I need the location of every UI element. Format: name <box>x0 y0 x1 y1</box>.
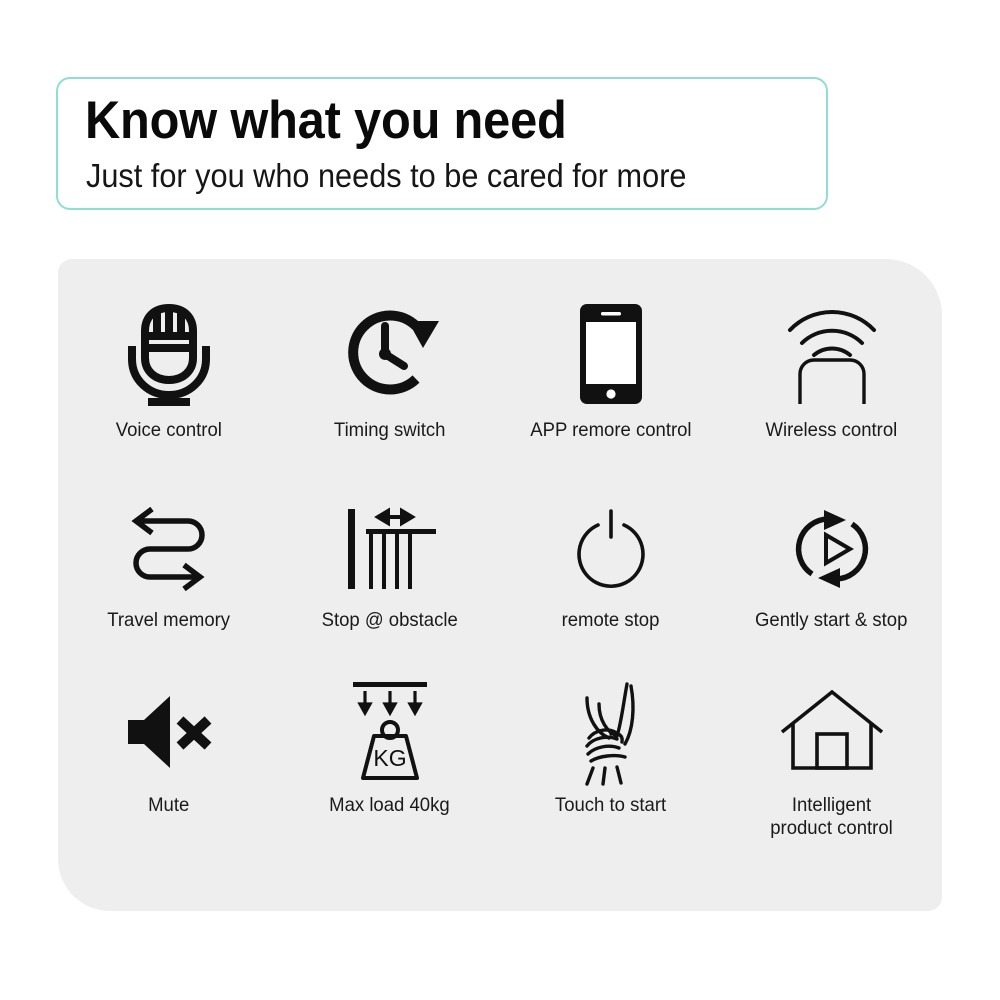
power-icon <box>571 499 651 599</box>
feature-item-intelligent-product-control[interactable]: Intelligent product control <box>721 679 942 869</box>
feature-label: Touch to start <box>554 794 667 816</box>
feature-item-stop-at-obstacle[interactable]: Stop @ obstacle <box>279 499 500 679</box>
feature-label: Intelligent product control <box>770 794 893 840</box>
mute-speaker-icon <box>122 679 216 784</box>
house-icon <box>779 679 885 784</box>
feature-item-touch-to-start[interactable]: Touch to start <box>500 679 721 869</box>
feature-panel: Voice control Timing switch APP remore c… <box>58 259 942 911</box>
feature-item-app-remote-control[interactable]: APP remore control <box>500 299 721 499</box>
weight-kg-icon: KG <box>341 679 439 784</box>
feature-label: Gently start & stop <box>755 609 908 631</box>
feature-label: Timing switch <box>333 419 446 441</box>
feature-item-wireless-control[interactable]: Wireless control <box>721 299 942 499</box>
header-banner: Know what you need Just for you who need… <box>56 77 828 210</box>
feature-item-timing-switch[interactable]: Timing switch <box>279 299 500 499</box>
page-title: Know what you need <box>85 91 567 150</box>
feature-item-gently-start-stop[interactable]: Gently start & stop <box>721 499 942 679</box>
feature-label: Stop @ obstacle <box>321 609 458 631</box>
feature-item-travel-memory[interactable]: Travel memory <box>58 499 279 679</box>
feature-label: Mute <box>147 794 190 816</box>
feature-grid: Voice control Timing switch APP remore c… <box>58 259 942 869</box>
hand-curtain-icon <box>565 679 657 786</box>
feature-label: Voice control <box>115 419 222 441</box>
feature-label: Max load 40kg <box>329 794 450 816</box>
feature-item-mute[interactable]: Mute <box>58 679 279 869</box>
page-subtitle: Just for you who needs to be cared for m… <box>86 157 687 194</box>
weight-unit-text: KG <box>373 745 406 771</box>
cycle-play-icon <box>788 499 876 599</box>
s-curve-arrows-icon <box>126 499 212 599</box>
feature-label: Travel memory <box>107 609 230 631</box>
feature-item-voice-control[interactable]: Voice control <box>58 299 279 499</box>
wireless-signal-icon <box>784 299 880 409</box>
feature-item-remote-stop[interactable]: remote stop <box>500 499 721 679</box>
feature-item-max-load[interactable]: KG Max load 40kg <box>279 679 500 869</box>
microphone-icon <box>126 299 212 409</box>
feature-label: Wireless control <box>765 419 898 441</box>
clock-arrow-icon <box>338 299 442 409</box>
smartphone-icon <box>578 299 644 409</box>
feature-label: remote stop <box>561 609 660 631</box>
curtain-obstacle-icon <box>340 499 440 599</box>
feature-label: APP remore control <box>529 419 692 441</box>
